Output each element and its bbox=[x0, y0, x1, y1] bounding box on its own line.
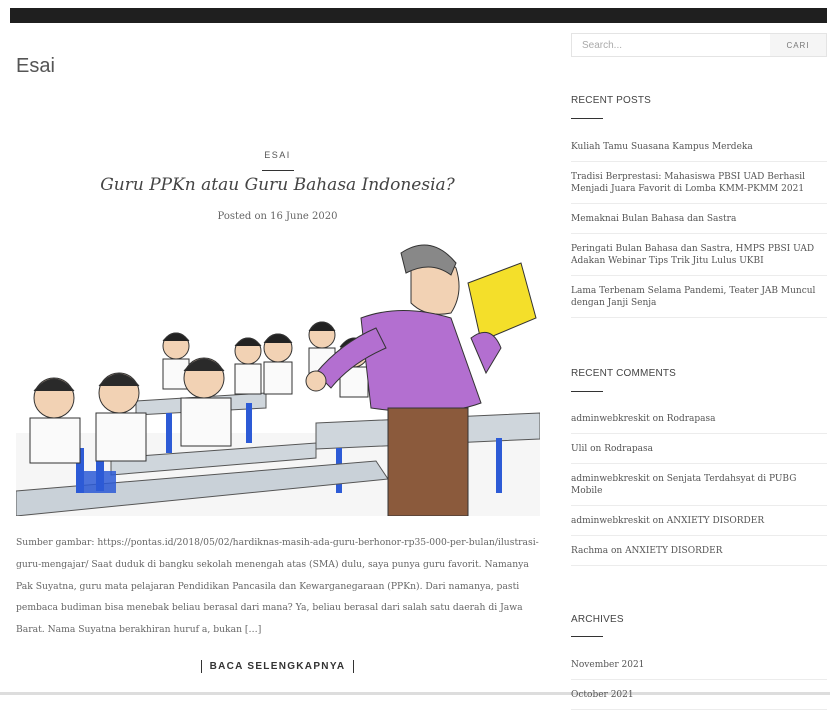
list-item: Lama Terbenam Selama Pandemi, Teater JAB… bbox=[571, 276, 827, 318]
list-item: Ulil on Rodrapasa bbox=[571, 434, 827, 464]
list-item: Kuliah Tamu Suasana Kampus Merdeka bbox=[571, 132, 827, 162]
posted-on-label: Posted on bbox=[217, 211, 267, 222]
comment-post-link[interactable]: Rodrapasa bbox=[604, 444, 653, 454]
post-meta: Posted on 16 June 2020 bbox=[0, 211, 555, 222]
list-item: October 2021 bbox=[571, 680, 827, 710]
comment-author-link[interactable]: adminwebkreskit bbox=[571, 516, 650, 526]
list-item: Peringati Bulan Bahasa dan Sastra, HMPS … bbox=[571, 234, 827, 276]
comment-author-link[interactable]: adminwebkreskit bbox=[571, 474, 650, 484]
comment-on-text: on bbox=[590, 444, 602, 454]
comment-author-link[interactable]: adminwebkreskit bbox=[571, 414, 650, 424]
list-item: Rachma on ANXIETY DISORDER bbox=[571, 536, 827, 566]
list-item: adminwebkreskit on Senjata Terdahsyat di… bbox=[571, 464, 827, 506]
category-link[interactable]: ESAI bbox=[264, 150, 291, 160]
comment-on-text: on bbox=[652, 516, 664, 526]
post-title-link[interactable]: Guru PPKn atau Guru Bahasa Indonesia? bbox=[0, 175, 555, 195]
recent-post-link[interactable]: Kuliah Tamu Suasana Kampus Merdeka bbox=[571, 142, 753, 152]
category-divider bbox=[261, 170, 294, 171]
recent-comments-divider bbox=[571, 391, 603, 392]
search-form: CARI bbox=[571, 33, 827, 57]
recent-posts-title: RECENT POSTS bbox=[571, 95, 652, 106]
recent-comments-title: RECENT COMMENTS bbox=[571, 368, 677, 379]
recent-post-link[interactable]: Peringati Bulan Bahasa dan Sastra, HMPS … bbox=[571, 244, 814, 266]
comment-post-link[interactable]: ANXIETY DISORDER bbox=[667, 516, 764, 526]
read-more-button[interactable]: BACA SELENGKAPNYA bbox=[200, 660, 355, 673]
recent-posts-divider bbox=[571, 118, 603, 119]
classroom-illustration bbox=[16, 243, 540, 516]
main-content: Esai ESAI Guru PPKn atau Guru Bahasa Ind… bbox=[0, 0, 555, 695]
recent-posts-list: Kuliah Tamu Suasana Kampus Merdeka Tradi… bbox=[571, 132, 827, 318]
post-excerpt: Sumber gambar: https://pontas.id/2018/05… bbox=[16, 537, 539, 636]
archives-title: ARCHIVES bbox=[571, 614, 624, 625]
archives-divider bbox=[571, 636, 603, 637]
comment-author-link[interactable]: Ulil bbox=[571, 444, 587, 454]
comment-post-link[interactable]: ANXIETY DISORDER bbox=[625, 546, 722, 556]
featured-image[interactable] bbox=[16, 243, 540, 516]
recent-comments-list: adminwebkreskit on Rodrapasa Ulil on Rod… bbox=[571, 404, 827, 566]
archive-link[interactable]: November 2021 bbox=[571, 660, 644, 670]
post-date-link[interactable]: 16 June 2020 bbox=[270, 211, 337, 222]
comment-on-text: on bbox=[610, 546, 623, 556]
recent-post-link[interactable]: Lama Terbenam Selama Pandemi, Teater JAB… bbox=[571, 286, 815, 308]
list-item: adminwebkreskit on ANXIETY DISORDER bbox=[571, 506, 827, 536]
read-more-wrap: BACA SELENGKAPNYA bbox=[0, 654, 555, 673]
recent-post-link[interactable]: Memaknai Bulan Bahasa dan Sastra bbox=[571, 214, 736, 224]
list-item: adminwebkreskit on Rodrapasa bbox=[571, 404, 827, 434]
comment-on-text: on bbox=[652, 414, 664, 424]
comment-post-link[interactable]: Rodrapasa bbox=[667, 414, 716, 424]
post-category: ESAI bbox=[0, 143, 555, 171]
archives-list: November 2021 October 2021 bbox=[571, 650, 827, 710]
page-title: Esai bbox=[16, 55, 55, 77]
list-item: November 2021 bbox=[571, 650, 827, 680]
sidebar: CARI RECENT POSTS Kuliah Tamu Suasana Ka… bbox=[571, 0, 827, 710]
list-item: Memaknai Bulan Bahasa dan Sastra bbox=[571, 204, 827, 234]
recent-post-link[interactable]: Tradisi Berprestasi: Mahasiswa PBSI UAD … bbox=[571, 172, 805, 194]
list-item: Tradisi Berprestasi: Mahasiswa PBSI UAD … bbox=[571, 162, 827, 204]
search-input[interactable] bbox=[572, 34, 772, 56]
archive-link[interactable]: October 2021 bbox=[571, 690, 634, 700]
search-button[interactable]: CARI bbox=[770, 34, 826, 56]
comment-author-link[interactable]: Rachma bbox=[571, 546, 608, 556]
comment-on-text: on bbox=[652, 474, 664, 484]
